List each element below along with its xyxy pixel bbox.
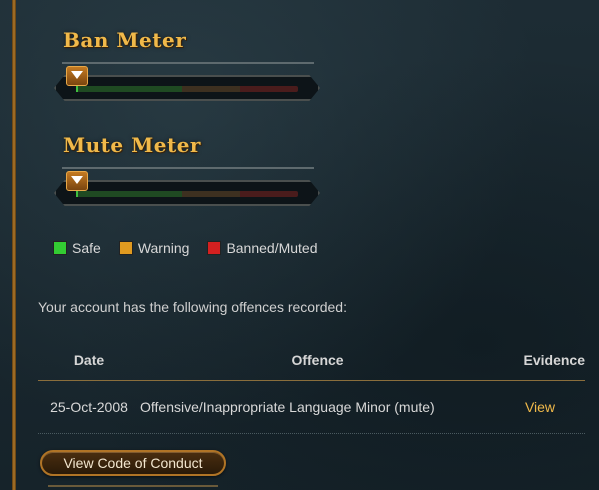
offence-description: Offensive/Inappropriate Language Minor (… [140, 399, 435, 415]
ban-meter-banned-zone [239, 86, 298, 92]
ban-meter-pointer-icon [66, 66, 88, 86]
mute-meter-title: Mute Meter [63, 133, 201, 157]
mute-meter [54, 180, 320, 206]
mute-meter-warning-zone [181, 191, 240, 197]
left-border [12, 0, 16, 490]
ban-meter-fill [76, 86, 78, 92]
meter-legend: Safe Warning Banned/Muted [53, 240, 318, 256]
warning-swatch-icon [118, 241, 133, 255]
offences-intro: Your account has the following offences … [38, 299, 347, 315]
legend-item-banned: Banned/Muted [207, 240, 318, 256]
legend-label: Warning [137, 240, 190, 256]
legend-item-warning: Warning [118, 240, 190, 256]
mute-meter-safe-zone [76, 191, 182, 197]
legend-label: Banned/Muted [226, 240, 318, 256]
ban-meter-safe-zone [76, 86, 182, 92]
offences-table: Date Offence Evidence 25-Oct-2008 Offens… [38, 340, 585, 434]
legend-label: Safe [72, 240, 101, 256]
ban-meter-rail [62, 62, 314, 64]
ban-meter-title: Ban Meter [63, 28, 187, 52]
mute-meter-rail [62, 167, 314, 169]
mute-meter-track [76, 191, 298, 197]
ban-meter [54, 75, 320, 101]
offence-date: 25-Oct-2008 [50, 399, 128, 415]
ban-meter-warning-zone [181, 86, 240, 92]
header-date: Date [73, 352, 105, 368]
table-row: 25-Oct-2008 Offensive/Inappropriate Lang… [38, 381, 585, 434]
view-code-of-conduct-button[interactable]: View Code of Conduct [40, 450, 226, 476]
ban-meter-track [76, 86, 298, 92]
legend-item-safe: Safe [53, 240, 101, 256]
mute-meter-banned-zone [239, 191, 298, 197]
mute-meter-fill [76, 191, 78, 197]
banned-swatch-icon [207, 241, 222, 255]
table-header: Date Offence Evidence [38, 340, 585, 381]
mute-meter-pointer-icon [66, 171, 88, 191]
safe-swatch-icon [53, 241, 67, 255]
header-offence: Offence [291, 352, 344, 368]
view-evidence-link[interactable]: View [525, 399, 555, 415]
divider [48, 485, 218, 487]
header-evidence: Evidence [523, 352, 585, 368]
